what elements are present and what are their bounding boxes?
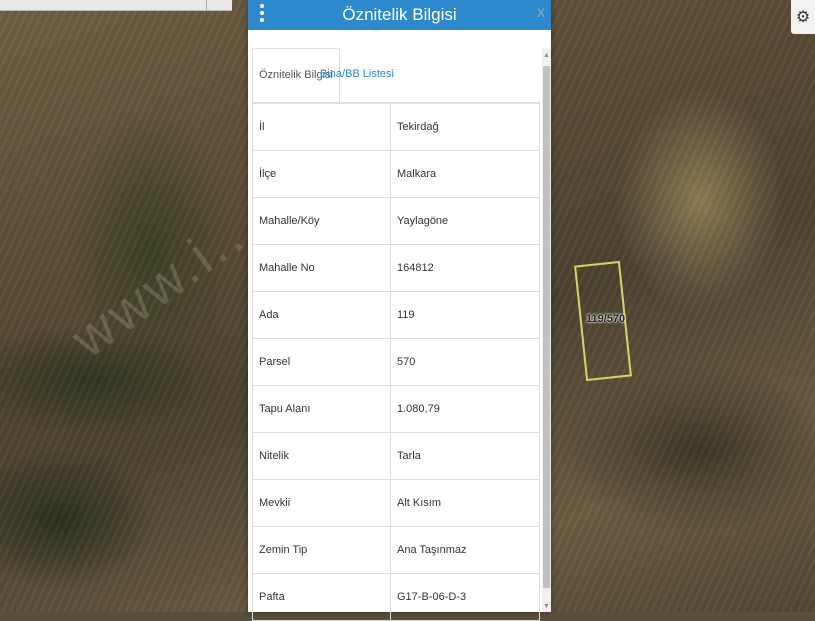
panel-title: Öznitelik Bilgisi (342, 5, 457, 24)
attribute-value: Yaylagöne (390, 197, 540, 245)
parcel-label: 119/570 (586, 313, 626, 325)
gear-icon: ⚙ (795, 9, 811, 26)
attribute-key: İlçe (252, 150, 391, 198)
table-row: Mahalle No 164812 (252, 244, 540, 292)
scroll-down-icon[interactable]: ▼ (542, 603, 551, 610)
table-row: İl Tekirdağ (252, 103, 540, 151)
panel-header: Öznitelik Bilgisi x (248, 0, 551, 30)
table-row: İlçe Malkara (252, 150, 540, 198)
panel-scrollbar[interactable]: ▲ ▼ (542, 48, 551, 612)
attribute-value: Tekirdağ (390, 103, 540, 151)
table-row: Mevkii Alt Kısım (252, 479, 540, 527)
table-row: Tapu Alanı 1.080,79 (252, 385, 540, 433)
attribute-key: Mevkii (252, 479, 391, 527)
attribute-key: Tapu Alanı (252, 385, 391, 433)
toolbar-divider (206, 0, 207, 10)
attribute-value: 570 (390, 338, 540, 386)
attribute-key: Mahalle No (252, 244, 391, 292)
attribute-value: Alt Kısım (390, 479, 540, 527)
attribute-key: Parsel (252, 338, 391, 386)
tab-building-list[interactable]: Bina/BB Listesi (314, 48, 400, 100)
attribute-key: Mahalle/Köy (252, 197, 391, 245)
attribute-value: Ana Taşınmaz (390, 526, 540, 574)
attribute-key: Ada (252, 291, 391, 339)
attribute-value: 164812 (390, 244, 540, 292)
attribute-value: Malkara (390, 150, 540, 198)
attribute-table: İl Tekirdağ İlçe Malkara Mahalle/Köy Yaylagön… (252, 103, 540, 621)
attribute-key: Nitelik (252, 432, 391, 480)
attribute-value: G17-B-06-D-3 (390, 573, 540, 621)
attribute-panel: Öznitelik Bilgisi x Öznitelik Bilgisi Bi… (248, 0, 551, 621)
tab-bar: Öznitelik Bilgisi Bina/BB Listesi (252, 48, 540, 103)
close-icon[interactable]: x (537, 4, 545, 22)
attribute-key: İl (252, 103, 391, 151)
table-row: Pafta G17-B-06-D-3 (252, 573, 540, 621)
attribute-value: 1.080,79 (390, 385, 540, 433)
table-row: Zemin Tip Ana Taşınmaz (252, 526, 540, 574)
scroll-thumb[interactable] (543, 66, 550, 588)
settings-button[interactable]: ⚙ (791, 0, 815, 34)
table-row: Mahalle/Köy Yaylagöne (252, 197, 540, 245)
scroll-up-icon[interactable]: ▲ (542, 52, 551, 59)
menu-icon[interactable] (256, 2, 268, 24)
attribute-key: Zemin Tip (252, 526, 391, 574)
attribute-key: Pafta (252, 573, 391, 621)
table-row: Ada 119 (252, 291, 540, 339)
map-toolbar[interactable] (0, 0, 232, 11)
table-row: Nitelik Tarla (252, 432, 540, 480)
attribute-value: Tarla (390, 432, 540, 480)
table-row: Parsel 570 (252, 338, 540, 386)
attribute-value: 119 (390, 291, 540, 339)
